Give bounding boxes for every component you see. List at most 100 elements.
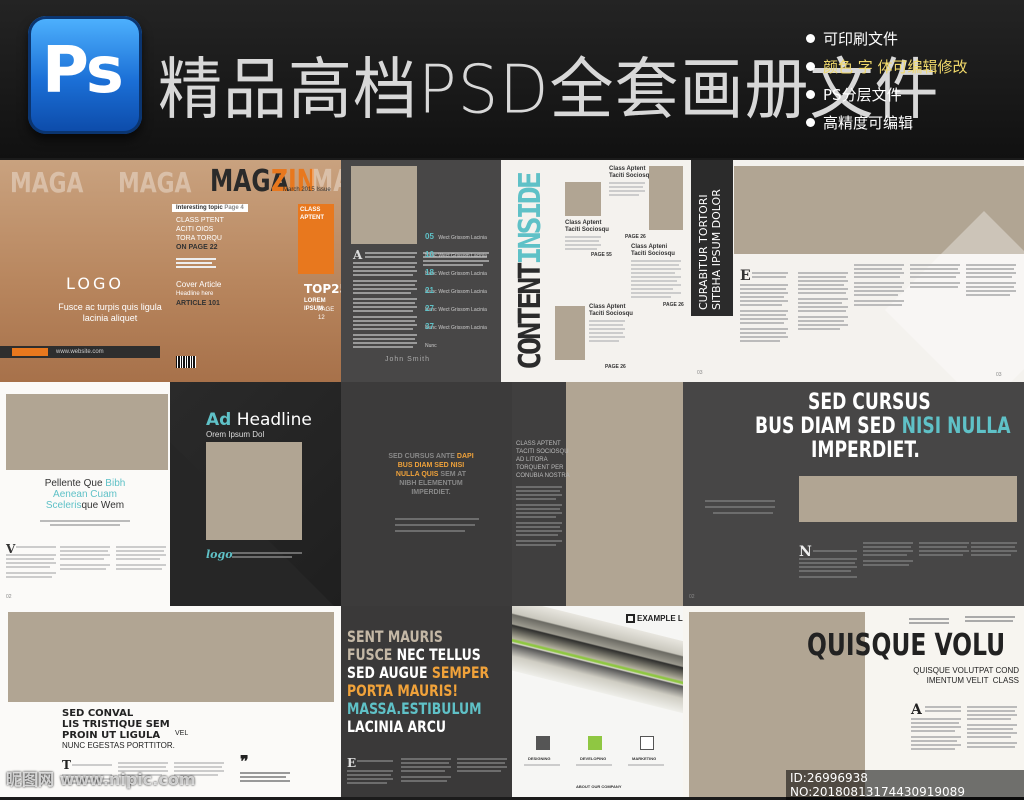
heading-accent: Sceleris xyxy=(45,500,82,511)
pellente-heading: Pellente Que Bibh Aenean Cuam Scelerisqu… xyxy=(10,478,160,511)
toc-panel: A John Smith 05 Wect Grissom Lacinia Nun… xyxy=(341,160,501,382)
heading-accent: Bibh xyxy=(105,478,126,489)
watermark: 昵图网 www.nipic.com xyxy=(6,770,196,789)
content-inside-panel: CONTENTINSIDE Class Aptent Taciti Socios… xyxy=(501,160,734,382)
example-logo: EXAMPLE LOGO xyxy=(626,614,683,623)
toc-list: 05 Wect Grissom Lacinia Nunc 10 Wect Gri… xyxy=(425,226,499,349)
ad-headline-panel: Ad Headline Orem Ipsum Dol logo xyxy=(170,382,341,606)
image-placeholder xyxy=(6,394,168,470)
feature-label: 可印刷文件 xyxy=(823,30,899,48)
heading-accent: Aenean Cuam xyxy=(53,489,117,500)
logo-icon xyxy=(626,614,635,623)
cover-headline: Fusce ac turpis quis ligula lacinia aliq… xyxy=(58,302,162,323)
image-placeholder xyxy=(351,166,417,244)
topic-label: Interesting topic xyxy=(176,205,223,211)
toc-number: 05 xyxy=(425,232,434,241)
example-logo-panel: EXAMPLE LOGO DESIGNING DEVELOPING MARKET… xyxy=(512,606,683,797)
sed-conval-heading: SED CONVAL LIS TRISTIQUE SEM PROIN UT LI… xyxy=(62,708,170,741)
top-page: PAGE 12 xyxy=(318,307,335,321)
photoshop-icon: Ps xyxy=(28,16,142,134)
big-heading-line1: SED CURSUS xyxy=(808,390,931,415)
page-number: 03 xyxy=(697,370,703,376)
class-list: CLASS APTENT TACITI SOCIOSQU AD LITORA T… xyxy=(516,441,570,479)
heading-part: Pellente Que xyxy=(44,478,106,489)
mauris-panel: SENT MAURIS FUSCE NEC TELLUS SED AUGUE S… xyxy=(341,606,512,797)
quisque-heading: QUISQUE VOLU xyxy=(807,628,1006,663)
page-number: 02 xyxy=(6,594,12,600)
topic-page: Page 4 xyxy=(224,205,244,211)
mauris-heading: SENT MAURIS FUSCE NEC TELLUS SED AUGUE S… xyxy=(347,628,512,736)
article-tag: ARTICLE 101 xyxy=(176,300,220,307)
content-inside-title: CONTENTINSIDE xyxy=(513,174,548,370)
cover-article: Cover Article xyxy=(176,280,222,289)
image-placeholder xyxy=(565,182,601,216)
bullet-icon xyxy=(806,34,815,43)
quisque-subheading: QUISQUE VOLUTPAT COND IMENTUM VELIT CLAS… xyxy=(913,666,1019,685)
quote-accent: BUS DIAM SED NISI xyxy=(397,462,465,469)
mauris-text: SED AUGUE xyxy=(347,663,432,682)
topic-badge: Interesting topic Page 4 xyxy=(172,204,248,212)
logo-text: EXAMPLE LOGO xyxy=(637,614,683,623)
toc-number: 18 xyxy=(425,268,434,277)
quote-panel: SED CURSUS ANTE DAPI BUS DIAM SED NISI N… xyxy=(341,382,512,606)
big-heading-line3: IMPERDIET. xyxy=(811,438,920,463)
mauris-text: FUSCE xyxy=(347,645,397,664)
service-label: DESIGNING xyxy=(528,756,551,761)
quote-accent: NULLA QUIS xyxy=(395,471,439,478)
tan-column xyxy=(566,382,683,606)
content-item-title: Class Aptent Taciti Sociosqu xyxy=(565,220,609,233)
image-placeholder xyxy=(8,612,334,702)
cover-logo: LOGO xyxy=(66,274,124,293)
ad-subheading: Orem Ipsum Dol xyxy=(206,430,265,439)
class-list-panel: CLASS APTENT TACITI SOCIOSQU AD LITORA T… xyxy=(512,382,683,606)
mauris-text: SENT MAURIS xyxy=(347,627,443,646)
feature-label: 高精度可编辑 xyxy=(823,114,914,132)
mauris-text: LACINIA ARCU xyxy=(347,717,447,736)
issue-date: March 2015 Issue xyxy=(283,187,331,193)
image-placeholder xyxy=(206,442,302,540)
service-label: MARKETING xyxy=(632,756,657,761)
vertical-title: CURABITUR TORTORI SITBHA IPSUM DOLOR xyxy=(697,189,723,310)
toc-number: 37 xyxy=(425,322,434,331)
feature-label: 颜色 字 体可编辑修改 xyxy=(823,58,968,76)
feature-item: 可印刷文件 xyxy=(806,28,898,49)
content-item-title: Class Aptent Taciti Sociosqu xyxy=(609,166,653,179)
quote-mark-icon: ❞ xyxy=(240,752,249,771)
service-label: DEVELOPING xyxy=(580,756,607,761)
toc-number: 10 xyxy=(425,250,434,259)
page-number: 02 xyxy=(689,594,695,600)
toc-item: 37 Wect Grissom Lacinia Nunc xyxy=(425,316,499,349)
image-placeholder xyxy=(649,166,683,230)
cover-footer-tag xyxy=(12,348,48,356)
mauris-line: FUSCE NEC TELLUS xyxy=(347,646,489,664)
image-placeholder xyxy=(555,306,585,360)
about-company: ABOUT OUR COMPANY xyxy=(576,784,622,789)
toc-text: Wect Grissom Lacinia Nunc xyxy=(425,325,487,349)
content-item-page: PAGE 26 xyxy=(605,364,626,370)
dropcap: A xyxy=(353,248,363,262)
toc-item: 21 Wect Grissom Lacinia Nunc xyxy=(425,280,499,313)
designing-icon xyxy=(536,736,550,750)
barcode-icon xyxy=(176,356,196,368)
content-item-page: PAGE 55 xyxy=(591,252,612,258)
mauris-text: NEC TELLUS xyxy=(396,645,481,664)
inside-word: INSIDE xyxy=(513,174,548,265)
sidebar-box-title: CLASS APTENT xyxy=(300,207,324,221)
content-item-title: Class Apteni Taciti Sociosqu xyxy=(631,244,675,257)
dropcap: A xyxy=(911,702,922,718)
feature-item: 颜色 字 体可编辑修改 xyxy=(806,56,968,77)
mauris-line: PORTA MAURIS! xyxy=(347,682,489,700)
top-number: TOP25 xyxy=(304,282,341,296)
mauris-text: PORTA MAURIS! xyxy=(347,681,459,700)
site-url: www.website.com xyxy=(56,349,104,355)
topic-line: ACITI OIOS xyxy=(176,226,214,233)
heading-part: que Wem xyxy=(81,500,125,511)
ps-icon-label: Ps xyxy=(42,34,124,108)
mauris-text: SEMPER xyxy=(431,663,490,682)
ad-logo: logo xyxy=(206,548,233,561)
topic-line: CLASS PTENT xyxy=(176,217,224,224)
mauris-line: SENT MAURIS xyxy=(347,628,489,646)
toc-item: 10 Wect Grissom Lacinia Nunc xyxy=(425,244,499,277)
quote-part: SEM AT xyxy=(438,471,467,478)
magazine-cover-panel: MAGA MAGA MAGA ZIN MA March 2015 Issue I… xyxy=(0,160,341,382)
